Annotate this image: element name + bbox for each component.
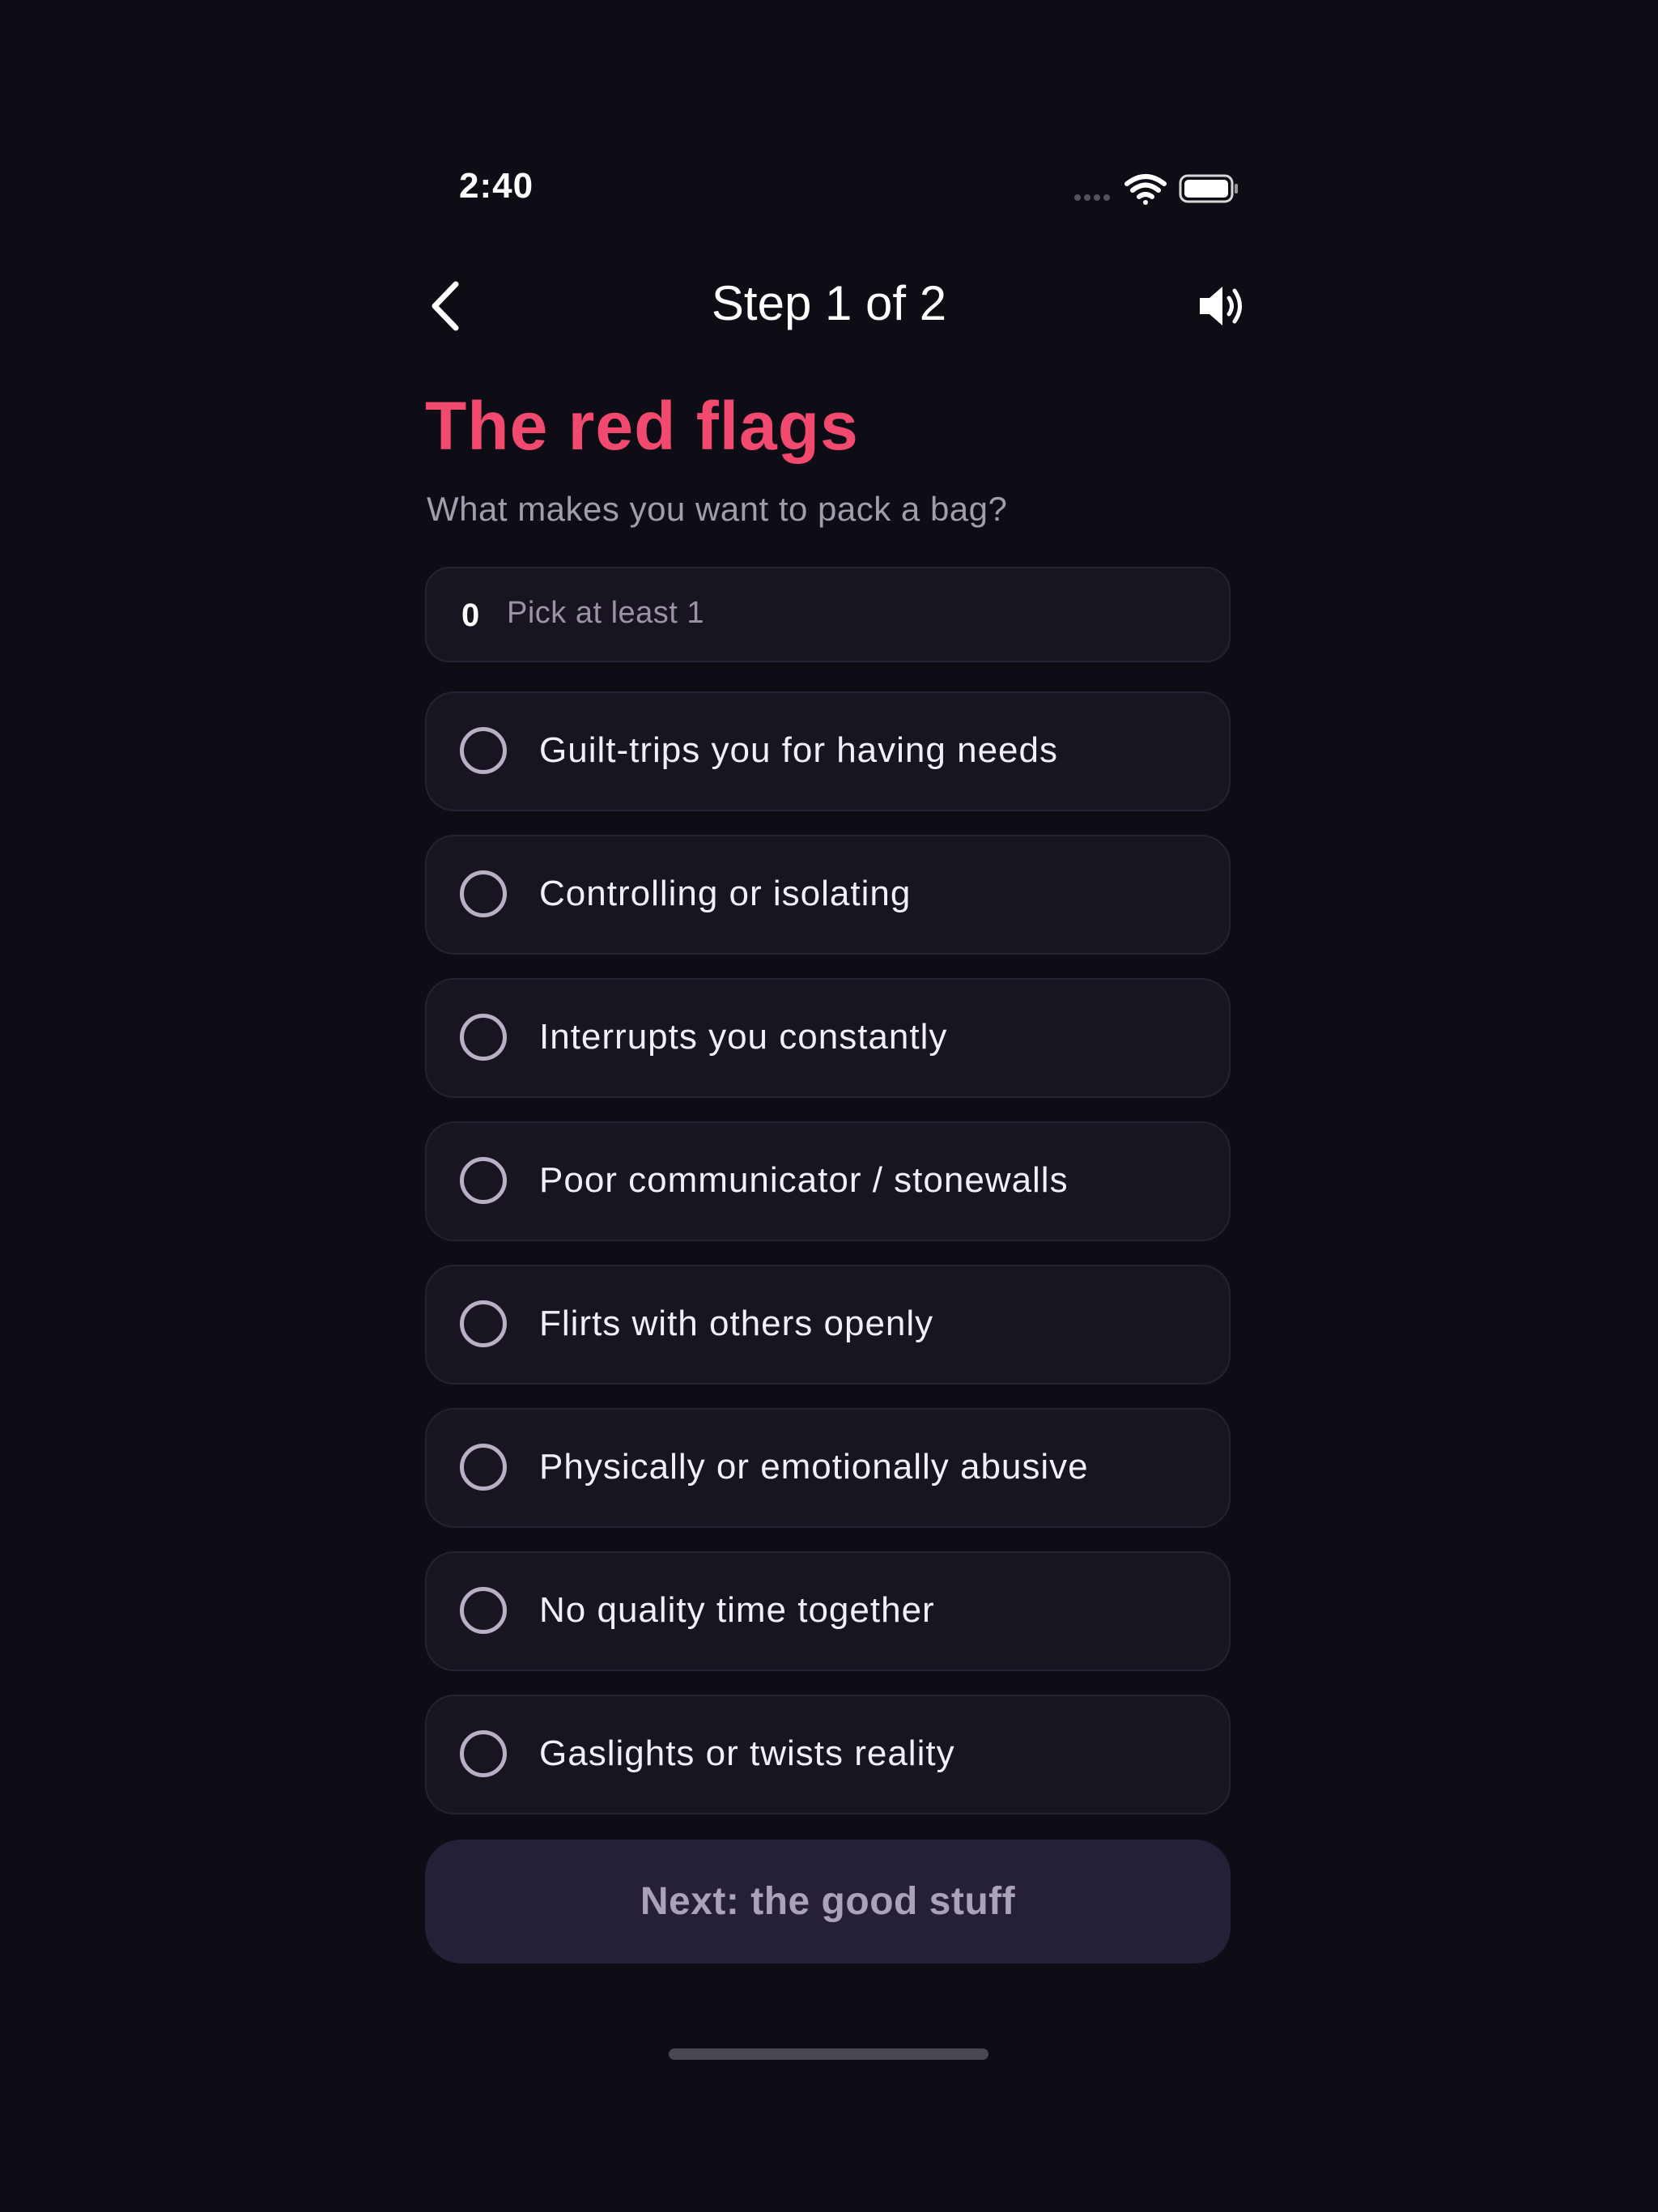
page-subtitle: What makes you want to pack a bag? (427, 490, 1008, 528)
option-item[interactable]: Flirts with others openly (425, 1265, 1231, 1385)
sound-button[interactable] (1198, 283, 1245, 329)
option-label: No quality time together (539, 1590, 935, 1630)
radio-circle-icon (460, 727, 507, 774)
radio-circle-icon (460, 1157, 507, 1204)
cellular-signal-icon (1074, 174, 1238, 205)
option-item[interactable]: Poor communicator / stonewalls (425, 1121, 1231, 1241)
status-icons (1073, 172, 1239, 208)
status-time: 2:40 (459, 166, 534, 206)
option-label: Guilt-trips you for having needs (539, 730, 1058, 770)
option-item[interactable]: Physically or emotionally abusive (425, 1408, 1231, 1528)
option-item[interactable]: Interrupts you constantly (425, 978, 1231, 1098)
option-label: Controlling or isolating (539, 874, 912, 913)
option-item[interactable]: Gaslights or twists reality (425, 1695, 1231, 1814)
radio-circle-icon (460, 1014, 507, 1061)
wifi-icon (1124, 174, 1167, 205)
battery-icon (1179, 174, 1238, 203)
options-list: Guilt-trips you for having needs Control… (425, 691, 1231, 1838)
back-button[interactable] (425, 279, 466, 333)
page-title: The red flags (425, 388, 859, 464)
option-label: Physically or emotionally abusive (539, 1447, 1089, 1487)
option-item[interactable]: Guilt-trips you for having needs (425, 691, 1231, 811)
option-label: Interrupts you constantly (539, 1017, 948, 1057)
selection-hint: Pick at least 1 (507, 596, 705, 630)
option-label: Flirts with others openly (539, 1304, 934, 1343)
next-button[interactable]: Next: the good stuff (425, 1840, 1231, 1963)
option-label: Poor communicator / stonewalls (539, 1160, 1069, 1200)
home-indicator (669, 2048, 988, 2060)
radio-circle-icon (460, 1730, 507, 1777)
radio-circle-icon (460, 870, 507, 917)
option-label: Gaslights or twists reality (539, 1733, 955, 1773)
nav-title: Step 1 of 2 (711, 276, 947, 330)
screen: 2:40 Step 1 of 2 The red flags What make… (0, 0, 1658, 2212)
selection-counter: 0 Pick at least 1 (425, 567, 1231, 662)
option-item[interactable]: No quality time together (425, 1551, 1231, 1671)
radio-circle-icon (460, 1300, 507, 1347)
chevron-left-icon (432, 281, 459, 331)
speaker-icon (1200, 287, 1242, 325)
radio-circle-icon (460, 1444, 507, 1491)
selection-count: 0 (461, 598, 480, 633)
radio-circle-icon (460, 1587, 507, 1634)
option-item[interactable]: Controlling or isolating (425, 835, 1231, 955)
